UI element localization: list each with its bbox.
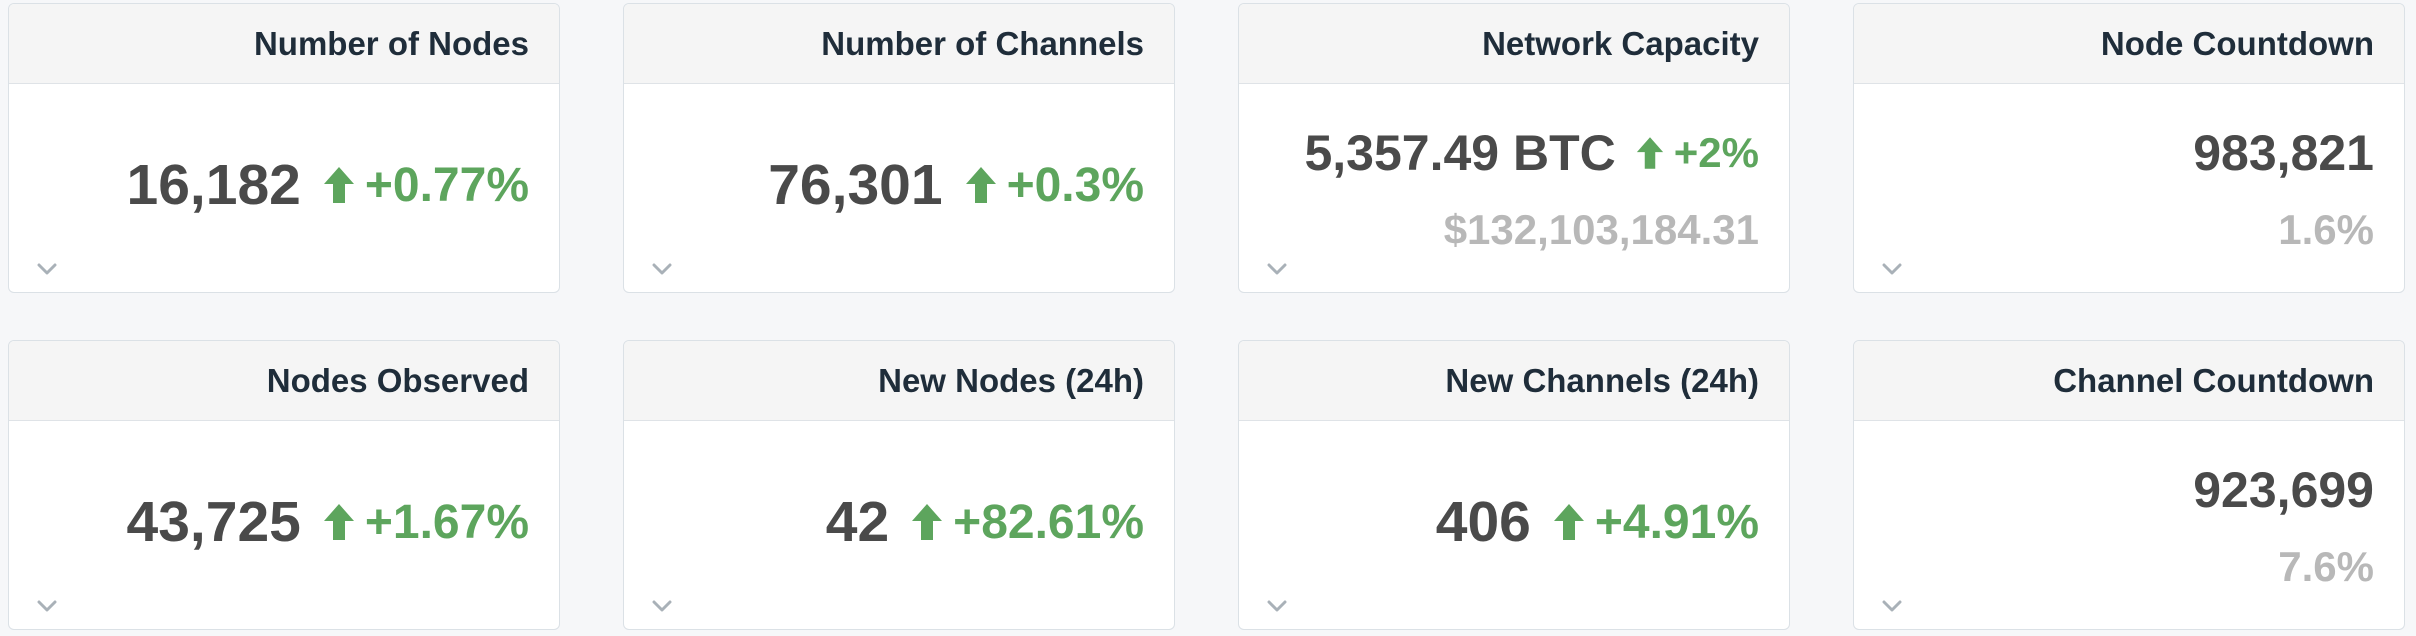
arrow-up-icon (912, 504, 943, 540)
card-title: Network Capacity (1239, 4, 1789, 84)
card-body: 43,725 +1.67% (9, 421, 559, 629)
chevron-down-icon[interactable] (652, 599, 672, 613)
chevron-down-icon[interactable] (37, 262, 57, 276)
progress-percent: 1.6% (2278, 206, 2374, 253)
delta-badge: +1.67% (323, 495, 529, 550)
card-new-nodes-24h: New Nodes (24h) 42 +82.61% (623, 340, 1175, 630)
stat-value: 406 (1435, 490, 1531, 554)
arrow-up-icon (323, 504, 354, 540)
delta-badge: +2% (1636, 129, 1759, 177)
arrow-up-icon (1553, 504, 1584, 540)
card-number-of-nodes: Number of Nodes 16,182 +0.77% (8, 3, 560, 293)
card-main: 43,725 +1.67% (127, 489, 529, 555)
stat-value: 5,357.49 BTC (1304, 125, 1616, 181)
arrow-up-icon (965, 167, 996, 203)
delta-badge: +0.77% (323, 158, 529, 213)
delta-badge: +0.3% (965, 158, 1144, 213)
card-main: 983,821 (2193, 124, 2374, 182)
delta-value: +0.77% (364, 158, 529, 212)
card-body: 983,821 1.6% (1854, 84, 2404, 292)
card-number-of-channels: Number of Channels 76,301 +0.3% (623, 3, 1175, 293)
card-title: Number of Nodes (9, 4, 559, 84)
card-main: 42 +82.61% (826, 489, 1144, 555)
card-main: 16,182 +0.77% (127, 152, 529, 218)
card-title: New Nodes (24h) (624, 341, 1174, 421)
arrow-up-icon (1636, 137, 1663, 169)
card-title: Node Countdown (1854, 4, 2404, 84)
card-channel-countdown: Channel Countdown 923,699 7.6% (1853, 340, 2405, 630)
card-body: 923,699 7.6% (1854, 421, 2404, 629)
chevron-down-icon[interactable] (652, 262, 672, 276)
card-body: 406 +4.91% (1239, 421, 1789, 629)
delta-badge: +82.61% (911, 495, 1144, 550)
chevron-down-icon[interactable] (1267, 262, 1287, 276)
card-main: 5,357.49 BTC +2% (1304, 124, 1759, 182)
card-body: 42 +82.61% (624, 421, 1174, 629)
stats-grid: Number of Nodes 16,182 +0.77% Number of … (0, 0, 2416, 636)
delta-value: +1.67% (364, 495, 529, 549)
delta-value: +4.91% (1594, 495, 1759, 549)
card-title: Channel Countdown (1854, 341, 2404, 421)
card-title: Nodes Observed (9, 341, 559, 421)
stat-value: 16,182 (126, 153, 301, 217)
stat-value: 42 (825, 490, 890, 554)
fiat-value: $132,103,184.31 (1443, 206, 1759, 253)
card-body: 76,301 +0.3% (624, 84, 1174, 292)
card-title: Number of Channels (624, 4, 1174, 84)
chevron-down-icon[interactable] (1267, 599, 1287, 613)
delta-value: +82.61% (953, 495, 1144, 549)
card-new-channels-24h: New Channels (24h) 406 +4.91% (1238, 340, 1790, 630)
delta-value: +2% (1673, 129, 1759, 176)
arrow-up-icon (323, 167, 354, 203)
stat-value: 923,699 (2193, 462, 2374, 518)
chevron-down-icon[interactable] (1882, 599, 1902, 613)
card-main: 923,699 (2193, 461, 2374, 519)
stat-value: 43,725 (126, 490, 301, 554)
card-network-capacity: Network Capacity 5,357.49 BTC +2% $132,1… (1238, 3, 1790, 293)
chevron-down-icon[interactable] (1882, 262, 1902, 276)
card-main: 406 +4.91% (1436, 489, 1759, 555)
card-title: New Channels (24h) (1239, 341, 1789, 421)
chevron-down-icon[interactable] (37, 599, 57, 613)
card-body: 16,182 +0.77% (9, 84, 559, 292)
stat-value: 76,301 (768, 153, 943, 217)
progress-percent: 7.6% (2278, 543, 2374, 590)
card-node-countdown: Node Countdown 983,821 1.6% (1853, 3, 2405, 293)
delta-badge: +4.91% (1553, 495, 1759, 550)
card-nodes-observed: Nodes Observed 43,725 +1.67% (8, 340, 560, 630)
delta-value: +0.3% (1006, 158, 1144, 212)
card-main: 76,301 +0.3% (768, 152, 1144, 218)
stat-value: 983,821 (2193, 125, 2374, 181)
card-body: 5,357.49 BTC +2% $132,103,184.31 (1239, 84, 1789, 292)
